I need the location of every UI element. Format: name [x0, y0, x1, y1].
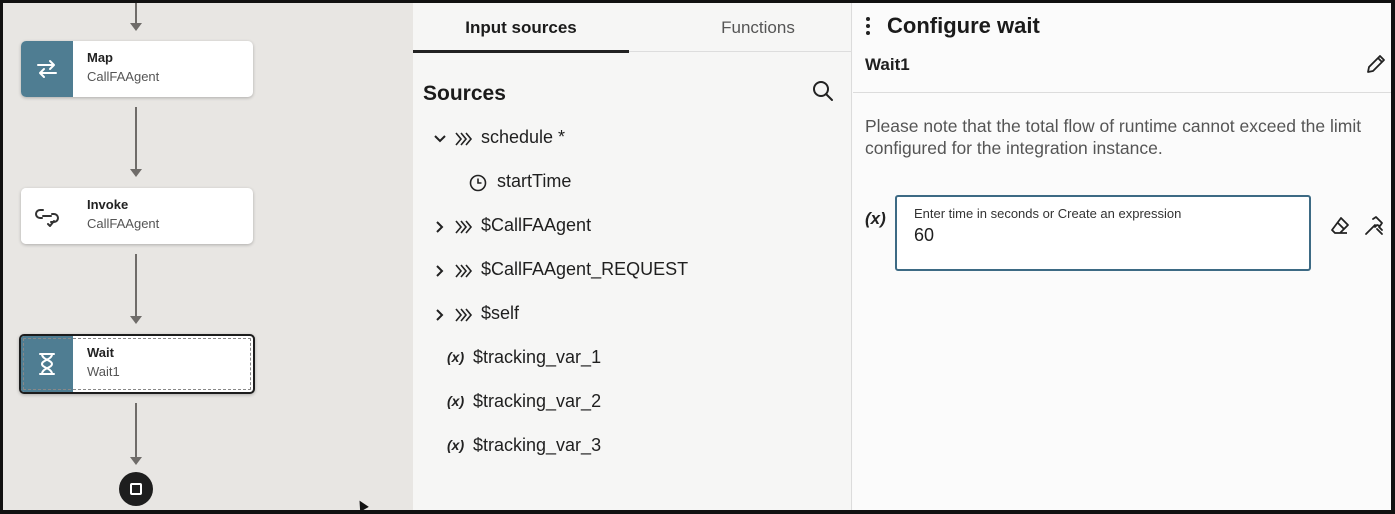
hourglass-icon [21, 336, 73, 392]
stop-square-icon[interactable] [119, 472, 153, 506]
mouse-pointer-icon [355, 498, 369, 510]
flow-arrowhead [130, 457, 142, 465]
wait-time-input[interactable] [914, 225, 1294, 246]
wait-time-label: Enter time in seconds or Create an expre… [914, 206, 1182, 221]
tree-item-label: $self [481, 302, 520, 323]
node-subtitle: CallFAAgent [87, 216, 160, 231]
tree-item-callfaagent[interactable]: $CallFAAgent [433, 210, 591, 240]
map-node[interactable]: Map CallFAAgent [21, 41, 253, 97]
tree-item-label: $tracking_var_3 [473, 434, 602, 455]
runtime-limit-note: Please note that the total flow of runti… [865, 116, 1362, 158]
tree-item-label: $tracking_var_2 [473, 390, 602, 411]
flow-connector [135, 3, 137, 25]
variable-icon: (x) [447, 393, 465, 409]
node-subtitle: Wait1 [87, 364, 120, 379]
app-window: Map CallFAAgent Invoke CallFAAgent Wait … [3, 3, 1391, 510]
object-icon [455, 130, 473, 146]
tree-item-tracking-var-1[interactable]: (x) $tracking_var_1 [447, 342, 601, 372]
tree-item-label: schedule * [481, 126, 566, 147]
node-title: Map [87, 50, 113, 65]
flow-arrowhead [130, 316, 142, 324]
tree-item-callfaagent-request[interactable]: $CallFAAgent_REQUEST [433, 254, 688, 284]
object-icon [455, 218, 473, 234]
divider [853, 92, 1391, 93]
chevron-right-icon[interactable] [433, 306, 447, 321]
tools-icon[interactable] [1363, 215, 1385, 237]
eraser-icon[interactable] [1329, 215, 1351, 237]
configure-panel: Configure wait Wait1 Please note that th… [853, 3, 1391, 510]
tree-item-schedule[interactable]: schedule * [433, 122, 565, 152]
flow-arrowhead [130, 169, 142, 177]
node-subtitle: CallFAAgent [87, 69, 160, 84]
tree-item-starttime[interactable]: startTime [469, 166, 571, 196]
map-arrows-icon [21, 41, 73, 97]
variable-icon: (x) [447, 349, 465, 365]
invoke-link-icon [21, 188, 73, 244]
tree-item-label: $tracking_var_1 [473, 346, 602, 367]
tree-item-tracking-var-2[interactable]: (x) $tracking_var_2 [447, 386, 601, 416]
tab-functions[interactable]: Functions [673, 3, 843, 52]
mapper-panel: Input sources Functions Sources schedule… [413, 3, 852, 510]
clock-icon [469, 174, 487, 192]
chevron-down-icon[interactable] [433, 130, 447, 144]
flow-connector [135, 107, 137, 169]
tree-item-label: startTime [497, 170, 572, 191]
chevron-right-icon[interactable] [433, 262, 447, 277]
chevron-right-icon[interactable] [433, 218, 447, 233]
action-name: Wait1 [865, 55, 910, 74]
wait-time-field[interactable]: Enter time in seconds or Create an expre… [895, 195, 1311, 271]
source-tabs: Input sources Functions [413, 3, 852, 53]
integration-canvas[interactable]: Map CallFAAgent Invoke CallFAAgent Wait … [3, 3, 413, 510]
expression-mode-icon[interactable]: (x) [865, 209, 886, 229]
panel-title: Configure wait [887, 13, 1040, 38]
tree-item-label: $CallFAAgent_REQUEST [481, 258, 689, 279]
sources-heading: Sources [423, 82, 506, 105]
kebab-menu-icon[interactable] [861, 17, 875, 35]
flow-connector [135, 254, 137, 316]
variable-icon: (x) [447, 437, 465, 453]
node-title: Invoke [87, 197, 129, 212]
tree-item-self[interactable]: $self [433, 298, 519, 328]
tree-item-label: $CallFAAgent [481, 214, 592, 235]
search-icon[interactable] [811, 79, 835, 103]
wait-node[interactable]: Wait Wait1 [19, 334, 255, 394]
tab-input-sources[interactable]: Input sources [413, 3, 629, 53]
node-title: Wait [87, 345, 114, 360]
flow-arrowhead [130, 23, 142, 31]
flow-connector [135, 403, 137, 458]
pencil-icon[interactable] [1365, 53, 1387, 75]
object-icon [455, 262, 473, 278]
invoke-node[interactable]: Invoke CallFAAgent [21, 188, 253, 244]
tree-item-tracking-var-3[interactable]: (x) $tracking_var_3 [447, 430, 601, 460]
object-icon [455, 306, 473, 322]
